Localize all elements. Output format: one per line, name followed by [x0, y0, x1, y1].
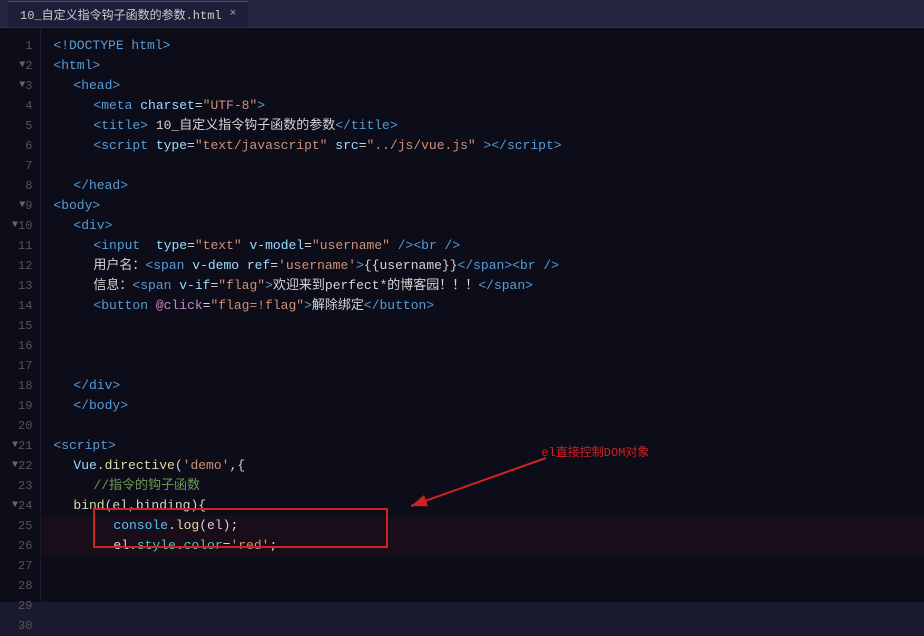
- code-line-13: 信息：<span v-if="flag">欢迎来到perfect*的博客园！！！…: [41, 276, 924, 296]
- line-num-4: 4: [0, 96, 40, 116]
- line-numbers: 1 ▼2 ▼3 4 5 6 7 8 ▼9 ▼10 11 12 13 14 15 …: [0, 28, 41, 602]
- tab-close-icon[interactable]: ×: [230, 8, 237, 20]
- tab[interactable]: 10_自定义指令钩子函数的参数.html ×: [8, 1, 248, 27]
- code-line-27: [41, 556, 924, 576]
- line-num-2: ▼2: [0, 56, 40, 76]
- line-num-23: 23: [0, 476, 40, 496]
- line-num-16: 16: [0, 336, 40, 356]
- code-line-15: [41, 316, 924, 336]
- code-line-12: 用户名：<span v-demo ref='username'>{{userna…: [41, 256, 924, 276]
- line-num-15: 15: [0, 316, 40, 336]
- code-line-20: [41, 416, 924, 436]
- code-line-23: //指令的钩子函数: [41, 476, 924, 496]
- code-line-22: Vue.directive('demo',{: [41, 456, 924, 476]
- line-num-12: 12: [0, 256, 40, 276]
- code-line-26: el.style.color='red';: [41, 536, 924, 556]
- editor-area: 1 ▼2 ▼3 4 5 6 7 8 ▼9 ▼10 11 12 13 14 15 …: [0, 28, 924, 602]
- code-line-2: <html>: [41, 56, 924, 76]
- line-num-3: ▼3: [0, 76, 40, 96]
- code-line-21: <script>: [41, 436, 924, 456]
- code-line-28: [41, 576, 924, 596]
- line-num-5: 5: [0, 116, 40, 136]
- line-num-29: 29: [0, 596, 40, 616]
- code-line-17: [41, 356, 924, 376]
- line-num-6: 6: [0, 136, 40, 156]
- code-line-19: </body>: [41, 396, 924, 416]
- line-num-1: 1: [0, 36, 40, 56]
- code-line-5: <title> 10_自定义指令钩子函数的参数</title>: [41, 116, 924, 136]
- line-num-27: 27: [0, 556, 40, 576]
- code-line-29: [41, 596, 924, 602]
- line-num-18: 18: [0, 376, 40, 396]
- line-num-26: 26: [0, 536, 40, 556]
- code-line-10: <div>: [41, 216, 924, 236]
- code-line-16: [41, 336, 924, 356]
- code-line-9: <body>: [41, 196, 924, 216]
- line-num-14: 14: [0, 296, 40, 316]
- code-line-14: <button @click="flag=!flag">解除绑定</button…: [41, 296, 924, 316]
- line-num-11: 11: [0, 236, 40, 256]
- line-num-10: ▼10: [0, 216, 40, 236]
- code-line-6: <script type="text/javascript" src="../j…: [41, 136, 924, 156]
- line-num-25: 25: [0, 516, 40, 536]
- code-line-18: </div>: [41, 376, 924, 396]
- code-line-25: console.log(el);: [41, 516, 924, 536]
- code-line-8: </head>: [41, 176, 924, 196]
- code-line-11: <input type="text" v-model="username" />…: [41, 236, 924, 256]
- code-content[interactable]: <!DOCTYPE html> <html> <head> <meta char…: [41, 28, 924, 602]
- line-num-8: 8: [0, 176, 40, 196]
- line-num-24: ▼24: [0, 496, 40, 516]
- line-num-13: 13: [0, 276, 40, 296]
- line-num-17: 17: [0, 356, 40, 376]
- line-num-28: 28: [0, 576, 40, 596]
- line-num-20: 20: [0, 416, 40, 436]
- tab-label: 10_自定义指令钩子函数的参数.html: [20, 6, 222, 23]
- line-num-7: 7: [0, 156, 40, 176]
- line-num-19: 19: [0, 396, 40, 416]
- line-num-30: 30: [0, 616, 40, 636]
- code-line-4: <meta charset="UTF-8">: [41, 96, 924, 116]
- code-line-24: bind(el,binding){: [41, 496, 924, 516]
- code-line-3: <head>: [41, 76, 924, 96]
- line-num-21: ▼21: [0, 436, 40, 456]
- line-num-9: ▼9: [0, 196, 40, 216]
- code-line-1: <!DOCTYPE html>: [41, 36, 924, 56]
- title-bar: 10_自定义指令钩子函数的参数.html ×: [0, 0, 924, 28]
- code-line-7: [41, 156, 924, 176]
- line-num-22: ▼22: [0, 456, 40, 476]
